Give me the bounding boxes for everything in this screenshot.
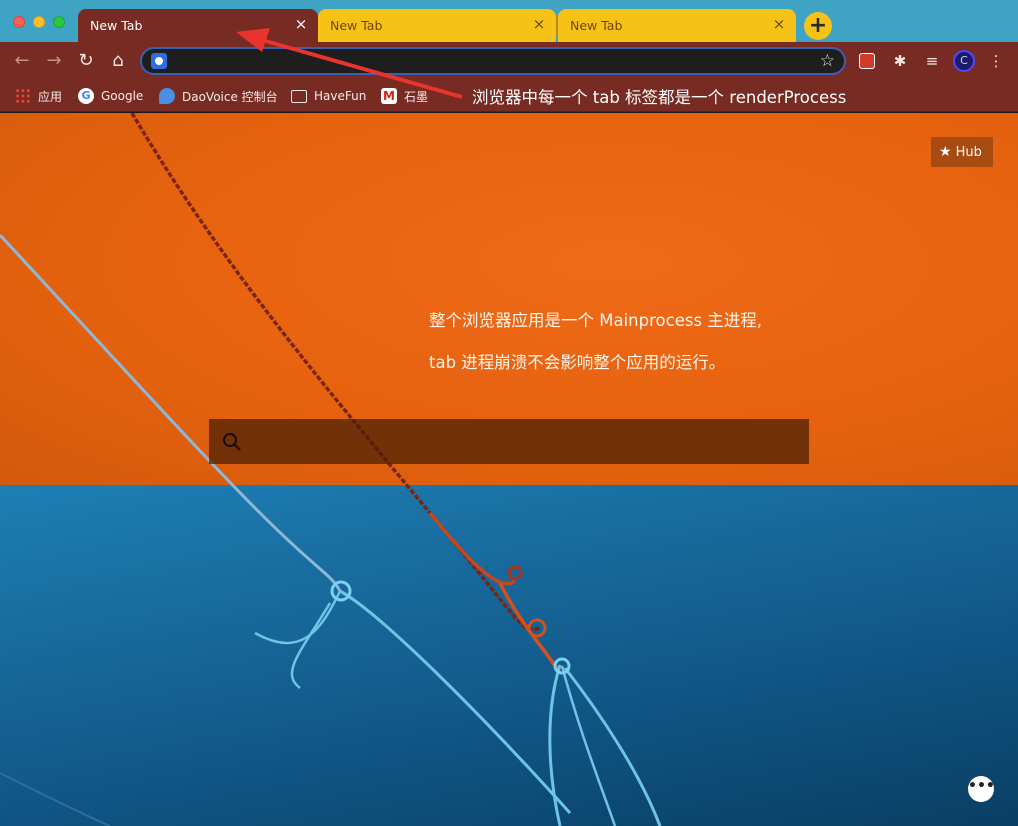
tab-title: New Tab bbox=[90, 18, 143, 33]
search-input[interactable] bbox=[209, 419, 809, 464]
tab-close-icon[interactable]: × bbox=[530, 15, 548, 33]
tab-close-icon[interactable]: × bbox=[770, 15, 788, 33]
profile-avatar[interactable]: C bbox=[953, 50, 975, 72]
annotation-text: 浏览器中每一个 tab 标签都是一个 renderProcess bbox=[472, 88, 847, 107]
bookmark-star-icon[interactable]: ☆ bbox=[820, 50, 835, 72]
hub-button[interactable]: ★ Hub bbox=[931, 137, 993, 167]
apps-grid-icon bbox=[15, 88, 31, 104]
menu-icon[interactable]: ⋮ bbox=[986, 51, 1006, 71]
chat-bubble-button[interactable]: ••• bbox=[968, 776, 995, 802]
extensions-puzzle-icon[interactable]: ✱ bbox=[890, 51, 910, 71]
hero-text-line-2: tab 进程崩溃不会影响整个应用的运行。 bbox=[429, 353, 726, 372]
tab-3[interactable]: New Tab × bbox=[558, 9, 796, 42]
forward-icon[interactable]: → bbox=[42, 49, 66, 73]
reload-icon[interactable]: ↻ bbox=[74, 49, 98, 73]
google-icon: G bbox=[78, 88, 94, 104]
tab-divider bbox=[556, 16, 557, 36]
tab-strip: New Tab × New Tab × New Tab × + bbox=[0, 0, 1018, 42]
close-window-button[interactable] bbox=[13, 16, 25, 28]
ropes-illustration bbox=[0, 113, 662, 826]
browser-toolbar: ← → ↻ ⌂ ☆ ✱ ≡ C ⋮ bbox=[0, 42, 1018, 80]
tab-title: New Tab bbox=[330, 18, 383, 33]
tab-close-icon[interactable]: × bbox=[292, 15, 310, 33]
search-icon bbox=[223, 433, 241, 451]
star-icon: ★ bbox=[939, 144, 952, 160]
address-bar[interactable]: ☆ bbox=[140, 47, 846, 75]
new-tab-button[interactable]: + bbox=[804, 12, 832, 40]
zoom-window-button[interactable] bbox=[53, 16, 65, 28]
hero-text-line-1: 整个浏览器应用是一个 Mainprocess 主进程, bbox=[429, 311, 763, 330]
bookmark-label: HaveFun bbox=[314, 89, 367, 103]
hub-label: Hub bbox=[955, 145, 982, 160]
bookmark-daovoice[interactable]: DaoVoice 控制台 bbox=[159, 86, 278, 106]
bookmark-label: DaoVoice 控制台 bbox=[182, 89, 278, 104]
media-control-icon[interactable]: ≡ bbox=[922, 51, 942, 71]
tab-title: New Tab bbox=[570, 18, 623, 33]
back-icon[interactable]: ← bbox=[10, 49, 34, 73]
tab-2[interactable]: New Tab × bbox=[318, 9, 556, 42]
bookmark-havefun[interactable]: HaveFun bbox=[291, 86, 366, 106]
bookmark-apps[interactable]: 应用 bbox=[15, 86, 62, 106]
bookmark-label: 应用 bbox=[38, 89, 63, 104]
extension-icon[interactable] bbox=[859, 53, 875, 69]
home-icon[interactable]: ⌂ bbox=[106, 49, 130, 73]
baidu-favicon-icon bbox=[151, 53, 167, 69]
m-logo-icon: M bbox=[381, 88, 397, 104]
bookmark-google[interactable]: G Google bbox=[78, 86, 143, 106]
tab-1[interactable]: New Tab × bbox=[78, 9, 318, 42]
bookmark-label: Google bbox=[101, 89, 144, 103]
page-content: ★ Hub 整个浏览器应用是一个 Mainprocess 主进程, tab 进程崩… bbox=[0, 113, 1018, 826]
minimize-window-button[interactable] bbox=[33, 16, 45, 28]
bookmark-label: 石墨 bbox=[404, 89, 429, 104]
bookmark-shimo[interactable]: M 石墨 bbox=[381, 86, 428, 106]
folder-icon bbox=[291, 89, 307, 103]
daovoice-icon bbox=[159, 88, 175, 104]
